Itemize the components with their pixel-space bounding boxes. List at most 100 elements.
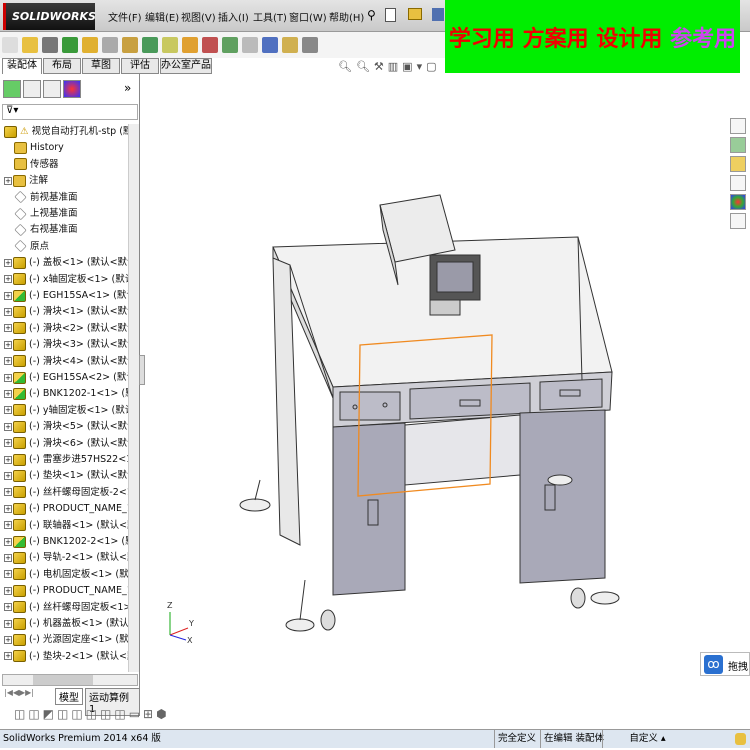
save-icon[interactable] xyxy=(432,8,444,21)
configuration-manager-tab[interactable] xyxy=(43,80,61,98)
filter-field[interactable]: ⊽▾ xyxy=(2,104,138,120)
expand-icon[interactable]: + xyxy=(4,488,12,497)
expand-panel-icon[interactable]: » xyxy=(124,81,131,95)
rebuild-icon[interactable] xyxy=(735,733,746,745)
tree-item[interactable]: + (-) 垫块-2<1> (默认<默认_显示状态-1>) xyxy=(0,649,128,665)
move-component-icon[interactable] xyxy=(102,37,118,53)
tree-item[interactable]: + (-) 滑块<2> (默认<默认_显示状态-1>) xyxy=(0,321,128,337)
display-manager-tab[interactable] xyxy=(63,80,81,98)
expand-icon[interactable]: + xyxy=(4,176,12,185)
assembly-features-icon[interactable] xyxy=(142,37,158,53)
expand-icon[interactable]: + xyxy=(4,635,12,644)
open-folder-icon[interactable] xyxy=(408,8,422,20)
menu-view[interactable]: 视图(V) xyxy=(181,9,216,24)
property-manager-tab[interactable] xyxy=(23,80,41,98)
expand-icon[interactable]: + xyxy=(4,537,12,546)
tree-item[interactable]: 上视基准面 xyxy=(0,206,128,222)
menu-tools[interactable]: 工具(T) xyxy=(253,9,287,24)
new-motion-study-icon[interactable] xyxy=(182,37,198,53)
reference-geometry-icon[interactable] xyxy=(162,37,178,53)
tree-vertical-scrollbar[interactable] xyxy=(128,124,139,672)
tree-item[interactable]: +(-) 雷塞步进57HS22<1> (默认<默认_显示状态-1>) xyxy=(0,452,128,468)
tab-assembly[interactable]: 装配体 xyxy=(2,58,42,74)
tree-item[interactable]: + (-) EGH15SA<2> (默认<默认_显示状态-1>) xyxy=(0,370,128,386)
expand-icon[interactable]: + xyxy=(4,406,12,415)
expand-icon[interactable]: + xyxy=(4,307,12,316)
tree-item[interactable]: + (-) 盖板<1> (默认<默认_显示状态-1>) xyxy=(0,255,128,271)
expand-icon[interactable]: + xyxy=(4,275,12,284)
tree-item[interactable]: + (-) 导轨-2<1> (默认<默认_显示状态-1>) xyxy=(0,550,128,566)
update-speedpak-icon[interactable] xyxy=(282,37,298,53)
expand-icon[interactable]: + xyxy=(4,570,12,579)
tree-item[interactable]: +(-) PRODUCT_NAME_1<1> (默认<默认_显示状态-1>) xyxy=(0,501,128,517)
pin-icon[interactable]: ⚲ xyxy=(367,8,376,22)
snapshot-icon[interactable] xyxy=(302,37,318,53)
tab-sketch[interactable]: 草图 xyxy=(82,58,120,74)
expand-icon[interactable]: + xyxy=(4,258,12,267)
tree-item[interactable]: +(-) 丝杆螺母固定板-2<1> (默认<默认_显示状态-1>) xyxy=(0,485,128,501)
tree-item[interactable]: + (-) EGH15SA<1> (默认<默认_显示状态-1>) xyxy=(0,288,128,304)
tree-item[interactable]: + (-) y轴固定板<1> (默认<默认_显示状态-1>) xyxy=(0,403,128,419)
mate-icon[interactable] xyxy=(22,37,38,53)
custom-properties-icon[interactable] xyxy=(730,213,746,229)
tree-item[interactable]: 原点 xyxy=(0,239,128,255)
expand-icon[interactable]: + xyxy=(4,324,12,333)
tab-scroll-arrows[interactable]: |◀◀▶▶| xyxy=(4,688,34,697)
expand-icon[interactable]: + xyxy=(4,389,12,398)
menu-help[interactable]: 帮助(H) xyxy=(329,9,364,24)
tree-item[interactable]: 右视基准面 xyxy=(0,222,128,238)
bill-of-materials-icon[interactable] xyxy=(202,37,218,53)
tree-item[interactable]: + 注解 xyxy=(0,173,128,189)
expand-icon[interactable]: + xyxy=(4,455,12,464)
tree-item[interactable]: + (-) 光源固定座<1> (默认<默认_显示状态-1>) xyxy=(0,632,128,648)
graphics-area[interactable]: Z Y X xyxy=(145,80,725,680)
menu-insert[interactable]: 插入(I) xyxy=(218,9,249,24)
expand-icon[interactable]: + xyxy=(4,291,12,300)
new-document-icon[interactable] xyxy=(385,8,396,22)
instant3d-icon[interactable] xyxy=(262,37,278,53)
expand-icon[interactable]: + xyxy=(4,340,12,349)
tree-item[interactable]: + (-) 联轴器<1> (默认<默认_显示状态-1>) xyxy=(0,518,128,534)
expand-icon[interactable]: + xyxy=(4,504,12,513)
tree-item[interactable]: +(-) PRODUCT_NAME_1<2> (默认<默认_显示状态-1>) xyxy=(0,583,128,599)
linear-pattern-icon[interactable] xyxy=(62,37,78,53)
expand-icon[interactable]: + xyxy=(4,521,12,530)
tree-item[interactable]: ⚠ 视觉自动打孔机-stp (默认<显示状态-1>) xyxy=(0,124,128,140)
tree-item[interactable]: 前视基准面 xyxy=(0,190,128,206)
solidworks-resources-icon[interactable] xyxy=(730,118,746,134)
tree-item[interactable]: + (-) 滑块<5> (默认<默认_显示状态-1>) xyxy=(0,419,128,435)
appearances-icon[interactable] xyxy=(730,194,746,210)
tree-item[interactable]: + (-) BNK1202-1<1> (默认<默认_显示状态-1>) xyxy=(0,386,128,402)
tree-item[interactable]: + (-) 垫块<1> (默认<默认_显示状态-1>) xyxy=(0,468,128,484)
tab-office-products[interactable]: 办公室产品 xyxy=(160,58,212,74)
insert-components-icon[interactable] xyxy=(2,37,18,53)
explode-line-icon[interactable] xyxy=(242,37,258,53)
heads-up-view-toolbar[interactable]: 🔍︎🔍︎⚒▥▣▾▢ xyxy=(338,60,441,73)
tree-item[interactable]: + (-) 电机固定板<1> (默认<默认_显示状态-1>) xyxy=(0,567,128,583)
tree-item[interactable]: + (-) 滑块<3> (默认<默认_显示状态-1>) xyxy=(0,337,128,353)
tree-item[interactable]: + (-) x轴固定板<1> (默认<默认_显示状态-1>) xyxy=(0,272,128,288)
view-palette-icon[interactable] xyxy=(730,175,746,191)
feature-manager-tab[interactable] xyxy=(3,80,21,98)
units-selector[interactable]: 自定义 ▴ xyxy=(602,730,692,748)
tree-item[interactable]: History xyxy=(0,140,128,156)
expand-icon[interactable]: + xyxy=(4,471,12,480)
menu-file[interactable]: 文件(F) xyxy=(108,9,142,24)
view-orientation-icons[interactable]: ◫◫◩◫◫◫◫◫▭⊞⬢ xyxy=(14,707,170,721)
file-explorer-icon[interactable] xyxy=(730,156,746,172)
tab-layout[interactable]: 布局 xyxy=(43,58,81,74)
show-hidden-icon[interactable] xyxy=(122,37,138,53)
expand-icon[interactable]: + xyxy=(4,619,12,628)
expand-icon[interactable]: + xyxy=(4,357,12,366)
expand-icon[interactable]: + xyxy=(4,553,12,562)
tree-item[interactable]: + (-) 滑块<1> (默认<默认_显示状态-1>) xyxy=(0,304,128,320)
tree-horizontal-scrollbar[interactable] xyxy=(2,674,138,686)
tree-item[interactable]: + (-) 机器盖板<1> (默认<默认_显示状态-1>) xyxy=(0,616,128,632)
tree-item[interactable]: + (-) 滑块<4> (默认<默认_显示状态-1>) xyxy=(0,354,128,370)
expand-icon[interactable]: + xyxy=(4,603,12,612)
menu-window[interactable]: 窗口(W) xyxy=(289,9,327,24)
expand-icon[interactable]: + xyxy=(4,652,12,661)
expand-icon[interactable]: + xyxy=(4,586,12,595)
tab-evaluate[interactable]: 评估 xyxy=(121,58,159,74)
expand-icon[interactable]: + xyxy=(4,439,12,448)
